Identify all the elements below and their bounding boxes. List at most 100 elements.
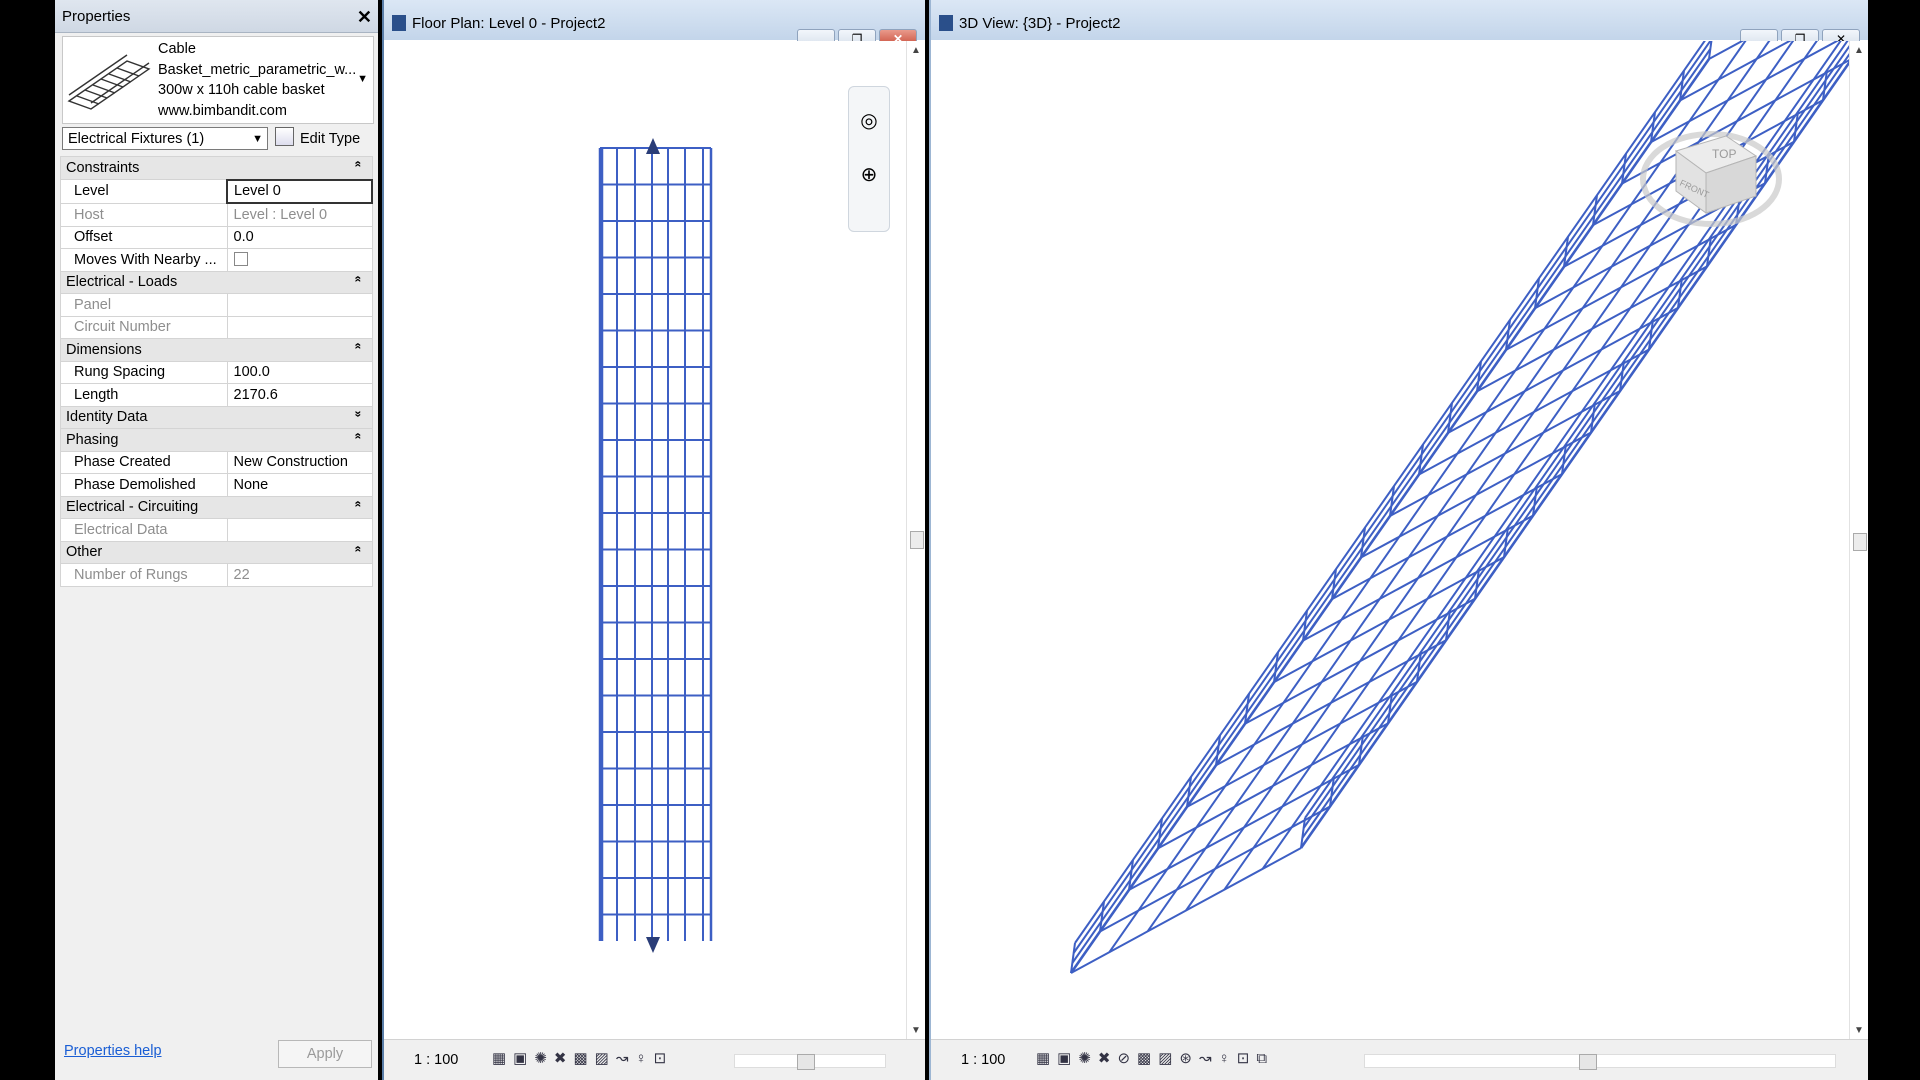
- property-value[interactable]: New Construction: [226, 450, 373, 474]
- collapse-icon[interactable]: «: [351, 343, 365, 350]
- property-row: Host Level : Level 0: [60, 202, 373, 227]
- property-row: Circuit Number: [60, 315, 373, 339]
- property-group-name: Electrical - Loads: [66, 274, 178, 291]
- properties-title: Properties: [62, 8, 131, 25]
- property-value[interactable]: 2170.6: [226, 383, 373, 407]
- wire-line: [1476, 265, 1708, 393]
- property-group-name: Identity Data: [66, 409, 148, 426]
- scroll-down-icon[interactable]: ▼: [1854, 1025, 1864, 1036]
- collapse-icon[interactable]: «: [351, 433, 365, 440]
- property-group-header[interactable]: Phasing «: [60, 428, 373, 452]
- scroll-up-icon[interactable]: ▲: [1854, 45, 1864, 56]
- wire-line: [1360, 431, 1592, 559]
- moves-with-nearby-checkbox[interactable]: [233, 251, 248, 266]
- property-group-header[interactable]: Dimensions «: [60, 338, 373, 362]
- category-filter-dropdown[interactable]: Electrical Fixtures (1) ▼: [62, 127, 268, 150]
- viewcube-top-label: TOP: [1712, 147, 1736, 161]
- vertical-scrollbar[interactable]: ▲ ▼: [906, 41, 925, 1040]
- chevron-down-icon[interactable]: ▼: [357, 73, 368, 85]
- type-family: Cable: [158, 41, 196, 57]
- property-value: 22: [226, 563, 373, 587]
- steering-wheel-icon[interactable]: ◎: [857, 109, 881, 133]
- property-group-name: Dimensions: [66, 341, 142, 358]
- property-value: [226, 315, 373, 339]
- property-value[interactable]: None: [226, 473, 373, 497]
- properties-footer: Properties help Apply: [55, 1030, 378, 1080]
- type-name: Basket_metric_parametric_w...: [158, 61, 357, 78]
- property-group-header[interactable]: Other «: [60, 540, 373, 564]
- cable-basket-thumbnail: [67, 54, 151, 110]
- collapse-icon[interactable]: «: [351, 545, 365, 552]
- collapse-icon[interactable]: «: [351, 161, 365, 168]
- property-group-header[interactable]: Electrical - Circuiting «: [60, 495, 373, 519]
- wire-line: [1244, 597, 1476, 725]
- collapse-icon[interactable]: «: [351, 500, 365, 507]
- property-name: Phase Demolished: [60, 473, 228, 497]
- collapse-icon[interactable]: «: [351, 275, 365, 282]
- scroll-up-icon[interactable]: ▲: [911, 45, 921, 56]
- horizontal-scroll-thumb[interactable]: [797, 1054, 815, 1070]
- property-value[interactable]: 100.0: [226, 360, 373, 384]
- floor-plan-title: Floor Plan: Level 0 - Project2: [412, 15, 606, 32]
- scroll-thumb[interactable]: [1853, 533, 1867, 551]
- property-group-header[interactable]: Identity Data »: [60, 405, 373, 429]
- scroll-down-icon[interactable]: ▼: [911, 1025, 921, 1036]
- floor-plan-window: Floor Plan: Level 0 - Project2 ▁ ❐ ✕ ◎ ⊕ ▲…: [382, 0, 925, 1080]
- property-name: Number of Rungs: [60, 563, 228, 587]
- type-selector[interactable]: Cable Basket_metric_parametric_w... 300w…: [62, 36, 374, 124]
- wire-line: [1331, 473, 1563, 600]
- vertical-scrollbar[interactable]: ▲ ▼: [1849, 41, 1868, 1040]
- property-value: [226, 518, 373, 542]
- type-website: www.bimbandit.com: [158, 102, 287, 119]
- grip-arrow-icon[interactable]: [646, 937, 660, 953]
- property-group-header[interactable]: Electrical - Loads «: [60, 270, 373, 294]
- view-scale[interactable]: 1 : 100: [414, 1052, 458, 1068]
- category-filter-value: Electrical Fixtures (1): [68, 131, 205, 147]
- wire-line: [1273, 556, 1505, 684]
- property-name: Electrical Data: [60, 518, 228, 542]
- property-value[interactable]: 0.0: [226, 225, 373, 249]
- property-row: Moves With Nearby ...: [60, 248, 373, 272]
- property-name: Level: [60, 179, 228, 204]
- horizontal-scroll-thumb[interactable]: [1579, 1054, 1597, 1070]
- property-group-name: Constraints: [66, 159, 140, 176]
- category-row: Electrical Fixtures (1) ▼ Edit Type: [62, 127, 372, 152]
- property-group-header[interactable]: Constraints «: [60, 156, 373, 180]
- viewcube[interactable]: TOP FRONT: [1636, 101, 1786, 251]
- property-name: Circuit Number: [60, 315, 228, 339]
- property-row: Panel: [60, 293, 373, 317]
- view-3d-canvas[interactable]: TOP FRONT: [931, 0, 1895, 1040]
- property-row: Phase Demolished None: [60, 473, 373, 497]
- zoom-icon[interactable]: ⊕: [857, 163, 881, 187]
- view-scale[interactable]: 1 : 100: [961, 1052, 1005, 1068]
- edit-type-button[interactable]: Edit Type: [275, 127, 360, 151]
- edit-type-icon: [275, 127, 294, 146]
- expand-icon[interactable]: »: [351, 410, 365, 417]
- properties-title-bar: Properties ✕: [55, 0, 378, 33]
- wire-line: [1302, 514, 1534, 642]
- floor-plan-canvas[interactable]: ◎ ⊕: [384, 41, 907, 1040]
- wire-line: [1128, 764, 1360, 891]
- wire-line: [1447, 307, 1679, 434]
- property-value: [226, 293, 373, 317]
- scroll-thumb[interactable]: [910, 531, 924, 549]
- navigation-bar: ◎ ⊕: [848, 86, 890, 232]
- property-value[interactable]: Level 0: [226, 178, 373, 204]
- view-control-bar: 1 : 100 ▦▣✺✖⊘▩▨⊛↝♀⊡⧉: [931, 1039, 1868, 1080]
- view-control-icons[interactable]: ▦▣✺✖▩▨↝♀⊡: [492, 1049, 673, 1067]
- floor-plan-title-bar: Floor Plan: Level 0 - Project2 ▁ ❐ ✕: [384, 0, 925, 50]
- property-value: Level : Level 0: [226, 202, 373, 227]
- property-row: Rung Spacing 100.0: [60, 360, 373, 384]
- property-group-name: Electrical - Circuiting: [66, 499, 199, 516]
- view-control-icons[interactable]: ▦▣✺✖⊘▩▨⊛↝♀⊡⧉: [1036, 1049, 1274, 1067]
- property-value[interactable]: [226, 248, 373, 272]
- horizontal-scrollbar[interactable]: [734, 1054, 886, 1070]
- property-group-name: Phasing: [66, 431, 119, 448]
- horizontal-scrollbar[interactable]: [1364, 1054, 1836, 1070]
- grip-arrow-icon[interactable]: [646, 138, 660, 154]
- close-icon[interactable]: ✕: [357, 0, 372, 34]
- properties-help-link[interactable]: Properties help: [64, 1043, 162, 1059]
- property-name: Panel: [60, 293, 228, 317]
- wire-line: [1215, 639, 1447, 767]
- apply-button[interactable]: Apply: [278, 1040, 372, 1068]
